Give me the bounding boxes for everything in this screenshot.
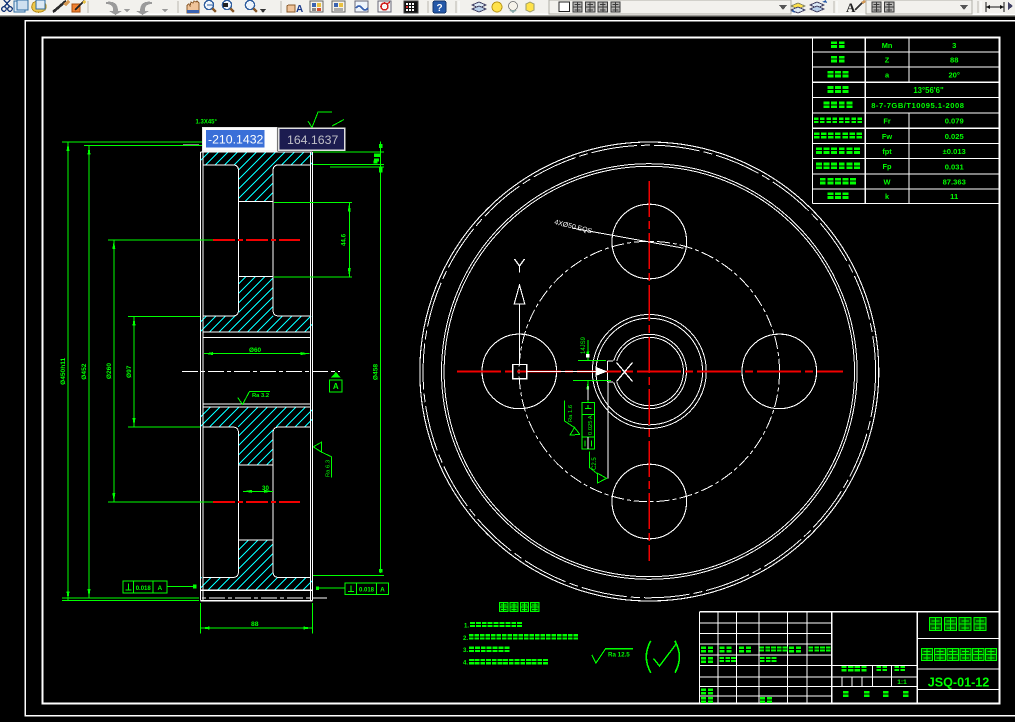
- svg-text:JSQ-01-12: JSQ-01-12: [928, 676, 990, 690]
- svg-text:11: 11: [950, 192, 959, 201]
- svg-text:88: 88: [251, 621, 259, 628]
- svg-text:A: A: [846, 0, 856, 15]
- svg-text:8-7-7GB/T10095.1-2008: 8-7-7GB/T10095.1-2008: [871, 101, 964, 110]
- svg-text:±0.013: ±0.013: [943, 147, 966, 156]
- svg-text:3: 3: [952, 41, 956, 50]
- svg-text:Z: Z: [885, 55, 890, 64]
- svg-text:0.079: 0.079: [945, 117, 964, 126]
- svg-text:Mn: Mn: [882, 41, 893, 50]
- svg-text:0.018: 0.018: [359, 587, 375, 593]
- svg-text:Fr: Fr: [883, 116, 891, 125]
- svg-text:A: A: [380, 587, 385, 594]
- svg-text:0.025 A: 0.025 A: [588, 415, 594, 435]
- svg-text:Ø260: Ø260: [106, 363, 113, 379]
- svg-text:Ø458: Ø458: [373, 364, 380, 380]
- svg-text:Ra 12.5: Ra 12.5: [608, 652, 630, 659]
- svg-text:Ra 6.3: Ra 6.3: [326, 460, 332, 477]
- svg-text:Ø97: Ø97: [126, 365, 133, 378]
- svg-text:1.: 1.: [464, 624, 469, 630]
- svg-text:20°: 20°: [948, 71, 959, 80]
- svg-text:-210.1432: -210.1432: [208, 133, 264, 147]
- svg-text:1:1: 1:1: [897, 679, 907, 686]
- svg-text:A: A: [296, 4, 303, 15]
- svg-text:Ra 1.6: Ra 1.6: [568, 405, 574, 422]
- svg-text:87.363: 87.363: [943, 177, 966, 186]
- svg-text:fpt: fpt: [882, 147, 892, 156]
- svg-text:1.3X45°: 1.3X45°: [196, 120, 218, 126]
- svg-text:88: 88: [950, 55, 958, 64]
- svg-text:C2.5: C2.5: [592, 457, 598, 470]
- svg-text:W: W: [884, 177, 891, 186]
- svg-text:Fp: Fp: [883, 162, 893, 171]
- svg-text:Ø450h11: Ø450h11: [60, 357, 67, 384]
- svg-text:Ø452: Ø452: [81, 363, 88, 379]
- svg-text:Fw: Fw: [882, 132, 893, 141]
- svg-text:44.6: 44.6: [340, 233, 347, 246]
- svg-text:0.018: 0.018: [136, 586, 152, 592]
- svg-text:13°56'6": 13°56'6": [913, 86, 944, 95]
- svg-text:Ø60: Ø60: [249, 347, 262, 354]
- svg-text:14JS9: 14JS9: [581, 336, 587, 354]
- svg-text:3.: 3.: [463, 648, 468, 654]
- svg-text:0.031: 0.031: [945, 162, 965, 171]
- svg-text:?: ?: [437, 3, 443, 14]
- svg-text:A: A: [333, 382, 339, 391]
- svg-text:A: A: [157, 585, 162, 592]
- svg-text:2.: 2.: [463, 636, 468, 642]
- svg-text:164.1637: 164.1637: [287, 133, 338, 147]
- svg-text:Ra 3.2: Ra 3.2: [252, 393, 269, 399]
- svg-text:30: 30: [262, 485, 269, 492]
- svg-text:4.: 4.: [463, 661, 468, 667]
- svg-text:0.025: 0.025: [945, 132, 965, 141]
